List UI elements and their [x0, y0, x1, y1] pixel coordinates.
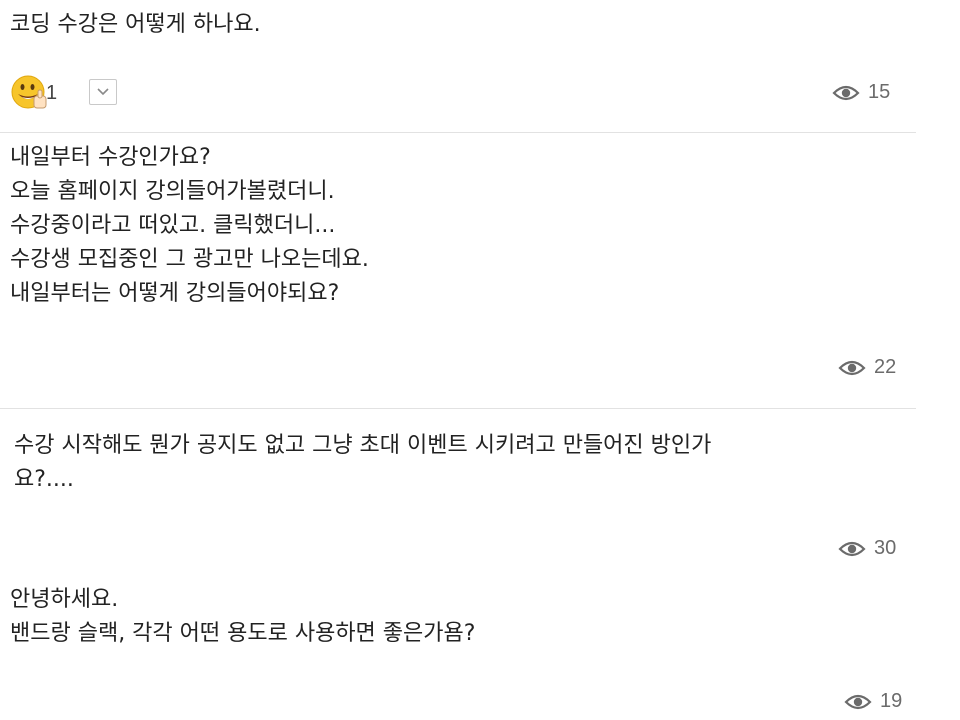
view-count: 22	[838, 356, 896, 379]
view-count: 15	[832, 81, 890, 104]
expand-reactions-button[interactable]	[89, 79, 118, 105]
eye-icon	[844, 692, 872, 712]
reaction-count: 1	[46, 81, 58, 104]
post-text[interactable]: 안녕하세요. 밴드랑 슬랙, 각각 어떤 용도로 사용하면 좋은가욤?	[10, 583, 475, 651]
view-count-value: 22	[874, 356, 897, 378]
view-count-value: 15	[868, 81, 891, 103]
post-text[interactable]: 내일부터 수강인가요? 오늘 홈페이지 강의들어가볼렸더니. 수강중이라고 떠있…	[10, 141, 369, 311]
post-text[interactable]: 수강 시작해도 뭔가 공지도 없고 그냥 초대 이벤트 시키려고 만들어진 방인…	[14, 429, 711, 497]
eye-icon	[838, 358, 866, 378]
view-count: 19	[844, 690, 902, 713]
view-count-value: 19	[880, 690, 903, 712]
view-count-value: 30	[874, 537, 897, 559]
chevron-down-icon	[97, 88, 109, 96]
post-4: 안녕하세요. 밴드랑 슬랙, 각각 어떤 용도로 사용하면 좋은가욤? 19	[0, 574, 916, 720]
smile-thumbs-up-icon[interactable]	[10, 72, 50, 112]
post-2: 내일부터 수강인가요? 오늘 홈페이지 강의들어가볼렸더니. 수강중이라고 떠있…	[0, 133, 916, 408]
view-count: 30	[838, 537, 896, 560]
eye-icon	[838, 539, 866, 559]
reaction-bar: 1	[10, 72, 118, 112]
eye-icon	[832, 83, 860, 103]
post-1: 코딩 수강은 어떻게 하나요. 1 15	[0, 0, 916, 132]
post-3: 수강 시작해도 뭔가 공지도 없고 그냥 초대 이벤트 시키려고 만들어진 방인…	[0, 409, 916, 574]
post-text[interactable]: 코딩 수강은 어떻게 하나요.	[10, 8, 261, 42]
